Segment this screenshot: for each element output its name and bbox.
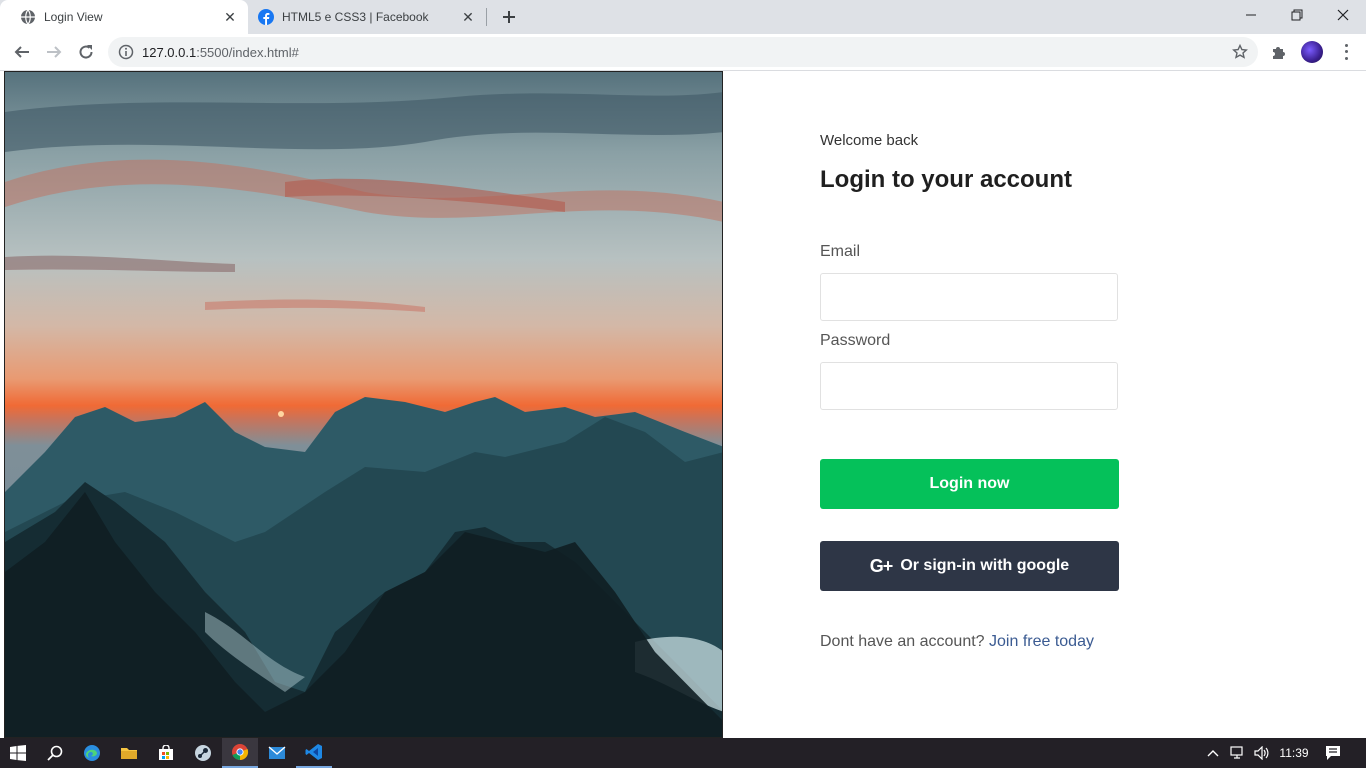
chrome-icon[interactable] — [222, 738, 258, 768]
tab-divider — [486, 8, 487, 26]
password-field[interactable] — [820, 362, 1118, 410]
forward-button[interactable] — [40, 38, 68, 66]
vscode-icon[interactable] — [296, 738, 332, 768]
search-icon[interactable] — [37, 738, 73, 768]
login-now-button[interactable]: Login now — [820, 459, 1119, 509]
back-button[interactable] — [8, 38, 36, 66]
browser-tab-strip: Login View ✕ HTML5 e CSS3 | Facebook ✕ — [0, 0, 1366, 34]
windows-taskbar: 11:39 — [0, 738, 1366, 768]
network-icon[interactable] — [1228, 738, 1248, 768]
volume-icon[interactable] — [1252, 738, 1272, 768]
browser-toolbar: 127.0.0.1:5500/index.html# — [0, 34, 1366, 71]
facebook-icon — [258, 9, 274, 25]
address-bar[interactable]: 127.0.0.1:5500/index.html# — [108, 37, 1258, 67]
hero-mountain-photo — [4, 71, 723, 738]
login-heading: Login to your account — [820, 166, 1072, 193]
start-icon[interactable] — [0, 738, 36, 768]
plus-icon — [503, 11, 515, 23]
edge-icon[interactable] — [74, 738, 110, 768]
welcome-text: Welcome back — [820, 132, 919, 149]
browser-menu-icon[interactable] — [1340, 42, 1352, 62]
google-signin-label: Or sign-in with google — [900, 557, 1070, 574]
mail-icon[interactable] — [259, 738, 295, 768]
email-field[interactable] — [820, 273, 1118, 321]
minimize-button[interactable] — [1228, 0, 1274, 30]
new-tab-button[interactable] — [498, 6, 520, 28]
extensions-puzzle-icon[interactable] — [1270, 43, 1288, 61]
clock-time[interactable]: 11:39 — [1276, 738, 1312, 768]
steam-icon[interactable] — [185, 738, 221, 768]
minimize-icon — [1246, 14, 1256, 16]
restore-icon — [1291, 9, 1303, 21]
arrow-right-icon — [47, 46, 62, 58]
bookmark-star-icon[interactable] — [1232, 43, 1248, 60]
globe-icon — [20, 9, 36, 25]
close-window-button[interactable] — [1320, 0, 1366, 30]
close-icon — [1337, 9, 1349, 21]
arrow-left-icon — [14, 46, 29, 58]
signup-prompt-text: Dont have an account? — [820, 633, 985, 650]
signup-prompt: Dont have an account? Join free today — [820, 633, 1094, 651]
email-label: Email — [820, 243, 861, 260]
tab-login-view[interactable]: Login View ✕ — [0, 0, 248, 34]
google-signin-button[interactable]: G+ Or sign-in with google — [820, 541, 1119, 591]
profile-avatar[interactable] — [1301, 41, 1323, 63]
file-explorer-icon[interactable] — [111, 738, 147, 768]
action-center-icon[interactable] — [1320, 738, 1346, 768]
tab-title: Login View — [44, 10, 103, 24]
tab-title: HTML5 e CSS3 | Facebook — [282, 10, 429, 24]
google-plus-icon: G+ — [869, 555, 893, 576]
store-icon[interactable] — [148, 738, 184, 768]
login-now-label: Login now — [929, 475, 1010, 492]
password-label: Password — [820, 332, 891, 349]
tab-facebook[interactable]: HTML5 e CSS3 | Facebook ✕ — [248, 0, 486, 34]
site-info-icon[interactable] — [118, 44, 134, 60]
url-text: 127.0.0.1:5500/index.html# — [142, 44, 299, 60]
reload-icon — [79, 45, 93, 59]
close-tab-icon[interactable]: ✕ — [222, 9, 238, 25]
reload-button[interactable] — [72, 38, 100, 66]
restore-button[interactable] — [1274, 0, 1320, 30]
join-free-link[interactable]: Join free today — [989, 633, 1094, 650]
close-tab-icon[interactable]: ✕ — [460, 9, 476, 25]
show-hidden-icons-chevron-icon[interactable] — [1204, 738, 1222, 768]
